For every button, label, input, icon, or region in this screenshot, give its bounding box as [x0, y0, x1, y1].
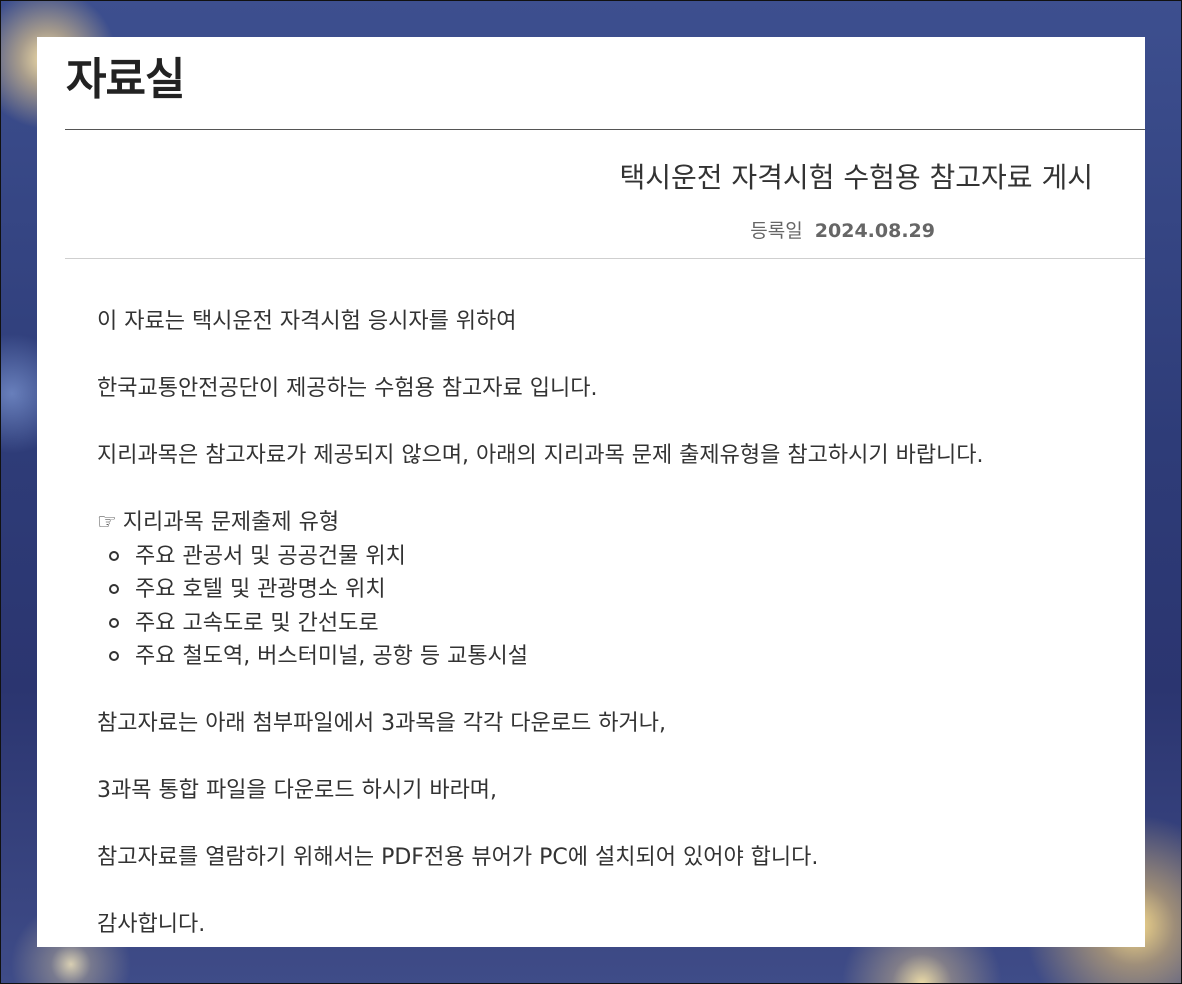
body-paragraph: 참고자료를 열람하기 위해서는 PDF전용 뷰어가 PC에 설치되어 있어야 합… — [97, 845, 819, 870]
body-paragraph: 참고자료는 아래 첨부파일에서 3과목을 각각 다운로드 하거나, — [97, 711, 666, 736]
circle-bullet-icon — [109, 617, 119, 628]
post-body: 이 자료는 택시운전 자격시험 응시자를 위하여 한국교통안전공단이 제공하는 … — [97, 305, 1137, 942]
circle-bullet-icon — [109, 584, 119, 594]
list-heading: ☞ 지리과목 문제출제 유형 — [97, 506, 1137, 540]
header-divider — [65, 258, 1145, 259]
page-title: 자료실 — [66, 54, 185, 105]
body-paragraph: 지리과목은 참고자료가 제공되지 않으며, 아래의 지리과목 문제 출제유형을 … — [97, 443, 984, 468]
list-item: 주요 고속도로 및 간선도로 — [97, 607, 1137, 641]
post-header: 택시운전 자격시험 수험용 참고자료 게시 등록일 2024.08.29 — [65, 130, 1145, 258]
circle-bullet-icon — [109, 550, 119, 561]
date-label: 등록일 — [750, 220, 803, 242]
body-paragraph: 이 자료는 택시운전 자격시험 응시자를 위하여 — [97, 309, 517, 334]
exam-type-list: 주요 관공서 및 공공건물 위치 주요 호텔 및 관광명소 위치 주요 고속도로… — [97, 540, 1137, 674]
post-date: 등록일 2024.08.29 — [750, 216, 935, 243]
closing-text: 감사합니다. — [97, 912, 206, 937]
list-item: 주요 호텔 및 관광명소 위치 — [97, 573, 1137, 607]
list-item: 주요 철도역, 버스터미널, 공항 등 교통시설 — [97, 640, 1137, 674]
list-heading-text: 지리과목 문제출제 유형 — [122, 510, 340, 535]
date-value: 2024.08.29 — [814, 220, 935, 242]
content-card: 자료실 택시운전 자격시험 수험용 참고자료 게시 등록일 2024.08.29… — [37, 37, 1145, 947]
circle-bullet-icon — [109, 651, 119, 661]
post-title: 택시운전 자격시험 수험용 참고자료 게시 — [619, 161, 1093, 194]
body-paragraph: 3과목 통합 파일을 다운로드 하시기 바라며, — [97, 778, 498, 803]
body-paragraph: 한국교통안전공단이 제공하는 수험용 참고자료 입니다. — [97, 376, 598, 401]
list-item: 주요 관공서 및 공공건물 위치 — [97, 540, 1137, 574]
pointing-hand-icon: ☞ — [97, 510, 117, 535]
